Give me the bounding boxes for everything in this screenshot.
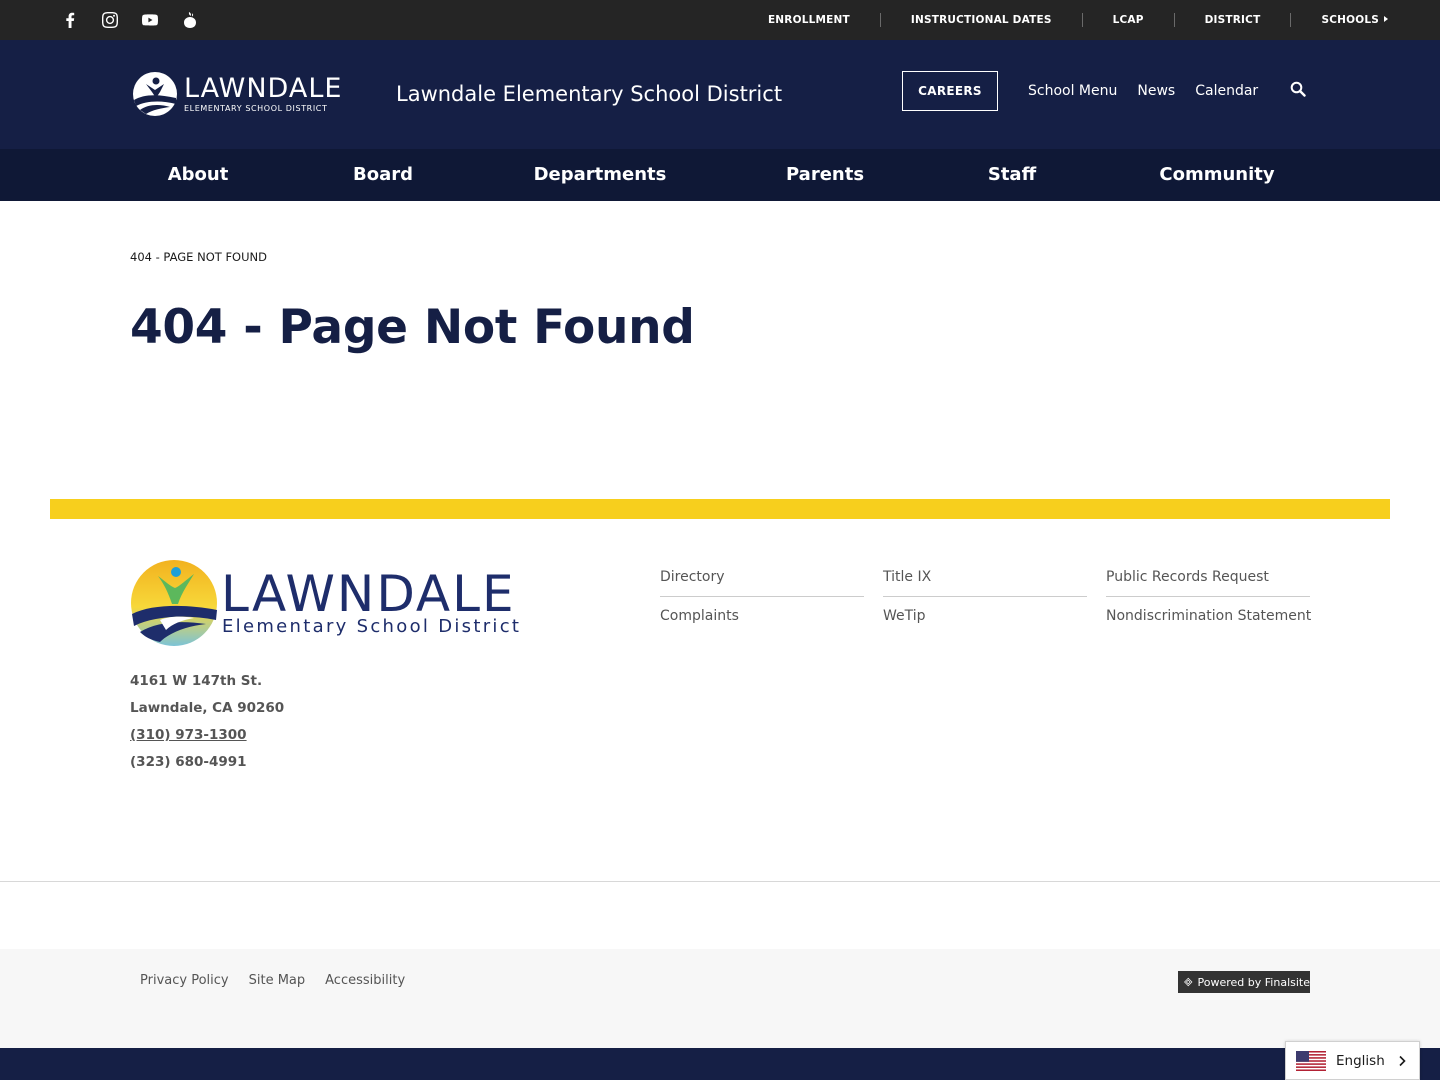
address-street: 4161 W 147th St. — [130, 673, 263, 689]
footer-link-nondiscrimination[interactable]: Nondiscrimination Statement — [1106, 597, 1311, 636]
address-city: Lawndale, CA 90260 — [130, 700, 285, 716]
search-button[interactable] — [1290, 81, 1310, 101]
page-title: 404 - Page Not Found — [130, 300, 695, 355]
utility-link-instructional-dates[interactable]: INSTRUCTIONAL DATES — [879, 13, 1082, 27]
footer-link-public-records[interactable]: Public Records Request — [1106, 558, 1310, 597]
breadcrumb: 404 - PAGE NOT FOUND — [130, 250, 267, 264]
lawndale-emblem-icon — [133, 72, 177, 116]
nav-parents[interactable]: Parents — [786, 149, 864, 201]
instagram-icon[interactable] — [98, 8, 122, 32]
header-link-calendar[interactable]: Calendar — [1195, 83, 1258, 99]
fax-number: (323) 680-4991 — [130, 754, 247, 770]
legal-links: Privacy Policy Site Map Accessibility — [140, 973, 425, 988]
legal-link-accessibility[interactable]: Accessibility — [325, 973, 405, 988]
site-name: Lawndale Elementary School District — [396, 82, 783, 106]
social-links — [58, 0, 218, 40]
utility-link-lcap[interactable]: LCAP — [1081, 13, 1174, 27]
facebook-icon[interactable] — [58, 8, 82, 32]
footer-links-col-3: Public Records Request Nondiscrimination… — [1106, 558, 1311, 636]
bottom-strip — [0, 1048, 1440, 1080]
phone-link[interactable]: (310) 973-1300 — [130, 727, 247, 743]
utility-links: ENROLLMENT INSTRUCTIONAL DATES LCAP DIST… — [738, 0, 1392, 40]
nav-board[interactable]: Board — [353, 149, 413, 201]
legal-link-privacy[interactable]: Privacy Policy — [140, 973, 229, 988]
nav-departments[interactable]: Departments — [534, 149, 667, 201]
legal-link-sitemap[interactable]: Site Map — [249, 973, 306, 988]
chevron-right-icon — [1399, 1055, 1406, 1067]
footer-link-title-ix[interactable]: Title IX — [883, 558, 1087, 597]
header-link-school-menu[interactable]: School Menu — [1028, 83, 1117, 99]
header-logo[interactable]: LAWNDALE ELEMENTARY SCHOOL DISTRICT — [130, 70, 376, 118]
footer-address: 4161 W 147th St. Lawndale, CA 90260 (310… — [130, 668, 284, 776]
accent-divider — [50, 499, 1390, 519]
footer-logo[interactable]: LAWNDALE Elementary School District — [130, 558, 550, 648]
footer-links-col-1: Directory Complaints — [660, 558, 864, 636]
utility-bar: ENROLLMENT INSTRUCTIONAL DATES LCAP DIST… — [0, 0, 1440, 40]
search-icon — [1290, 81, 1306, 97]
nav-community[interactable]: Community — [1159, 149, 1274, 201]
header-links: School Menu News Calendar — [1028, 80, 1278, 102]
header-logo-title: LAWNDALE — [184, 72, 343, 104]
schools-label: SCHOOLS — [1321, 14, 1379, 26]
footer-divider — [0, 881, 1440, 882]
footer-link-wetip[interactable]: WeTip — [883, 597, 1087, 636]
site-header: LAWNDALE ELEMENTARY SCHOOL DISTRICT Lawn… — [0, 40, 1440, 149]
language-selector[interactable]: English — [1285, 1041, 1420, 1080]
bottom-bar: Privacy Policy Site Map Accessibility Po… — [0, 949, 1440, 1048]
finalsite-icon — [1184, 977, 1193, 987]
header-logo-text: LAWNDALE ELEMENTARY SCHOOL DISTRICT — [184, 72, 343, 114]
header-link-news[interactable]: News — [1137, 83, 1175, 99]
youtube-icon[interactable] — [138, 8, 162, 32]
nav-staff[interactable]: Staff — [988, 149, 1036, 201]
careers-button[interactable]: CAREERS — [902, 71, 998, 111]
footer-link-directory[interactable]: Directory — [660, 558, 864, 597]
lawndale-emblem-icon — [131, 560, 217, 646]
language-label: English — [1336, 1052, 1385, 1069]
utility-link-enrollment[interactable]: ENROLLMENT — [738, 13, 880, 27]
us-flag-icon — [1296, 1050, 1326, 1071]
footer-logo-subtitle: Elementary School District — [222, 616, 522, 637]
footer-logo-title: LAWNDALE — [221, 565, 516, 623]
utility-link-schools[interactable]: SCHOOLS — [1290, 13, 1392, 27]
footer-links-col-2: Title IX WeTip — [883, 558, 1087, 636]
main-nav: About Board Departments Parents Staff Co… — [0, 149, 1440, 201]
header-logo-subtitle: ELEMENTARY SCHOOL DISTRICT — [184, 103, 328, 113]
footer-link-complaints[interactable]: Complaints — [660, 597, 864, 636]
caret-right-icon — [1384, 16, 1388, 22]
powered-by-text: Powered by Finalsite — [1197, 975, 1310, 989]
peachjar-icon[interactable] — [178, 8, 202, 32]
nav-about[interactable]: About — [168, 149, 229, 201]
powered-by-badge[interactable]: Powered by Finalsite — [1178, 971, 1310, 993]
utility-link-district[interactable]: DISTRICT — [1173, 13, 1291, 27]
